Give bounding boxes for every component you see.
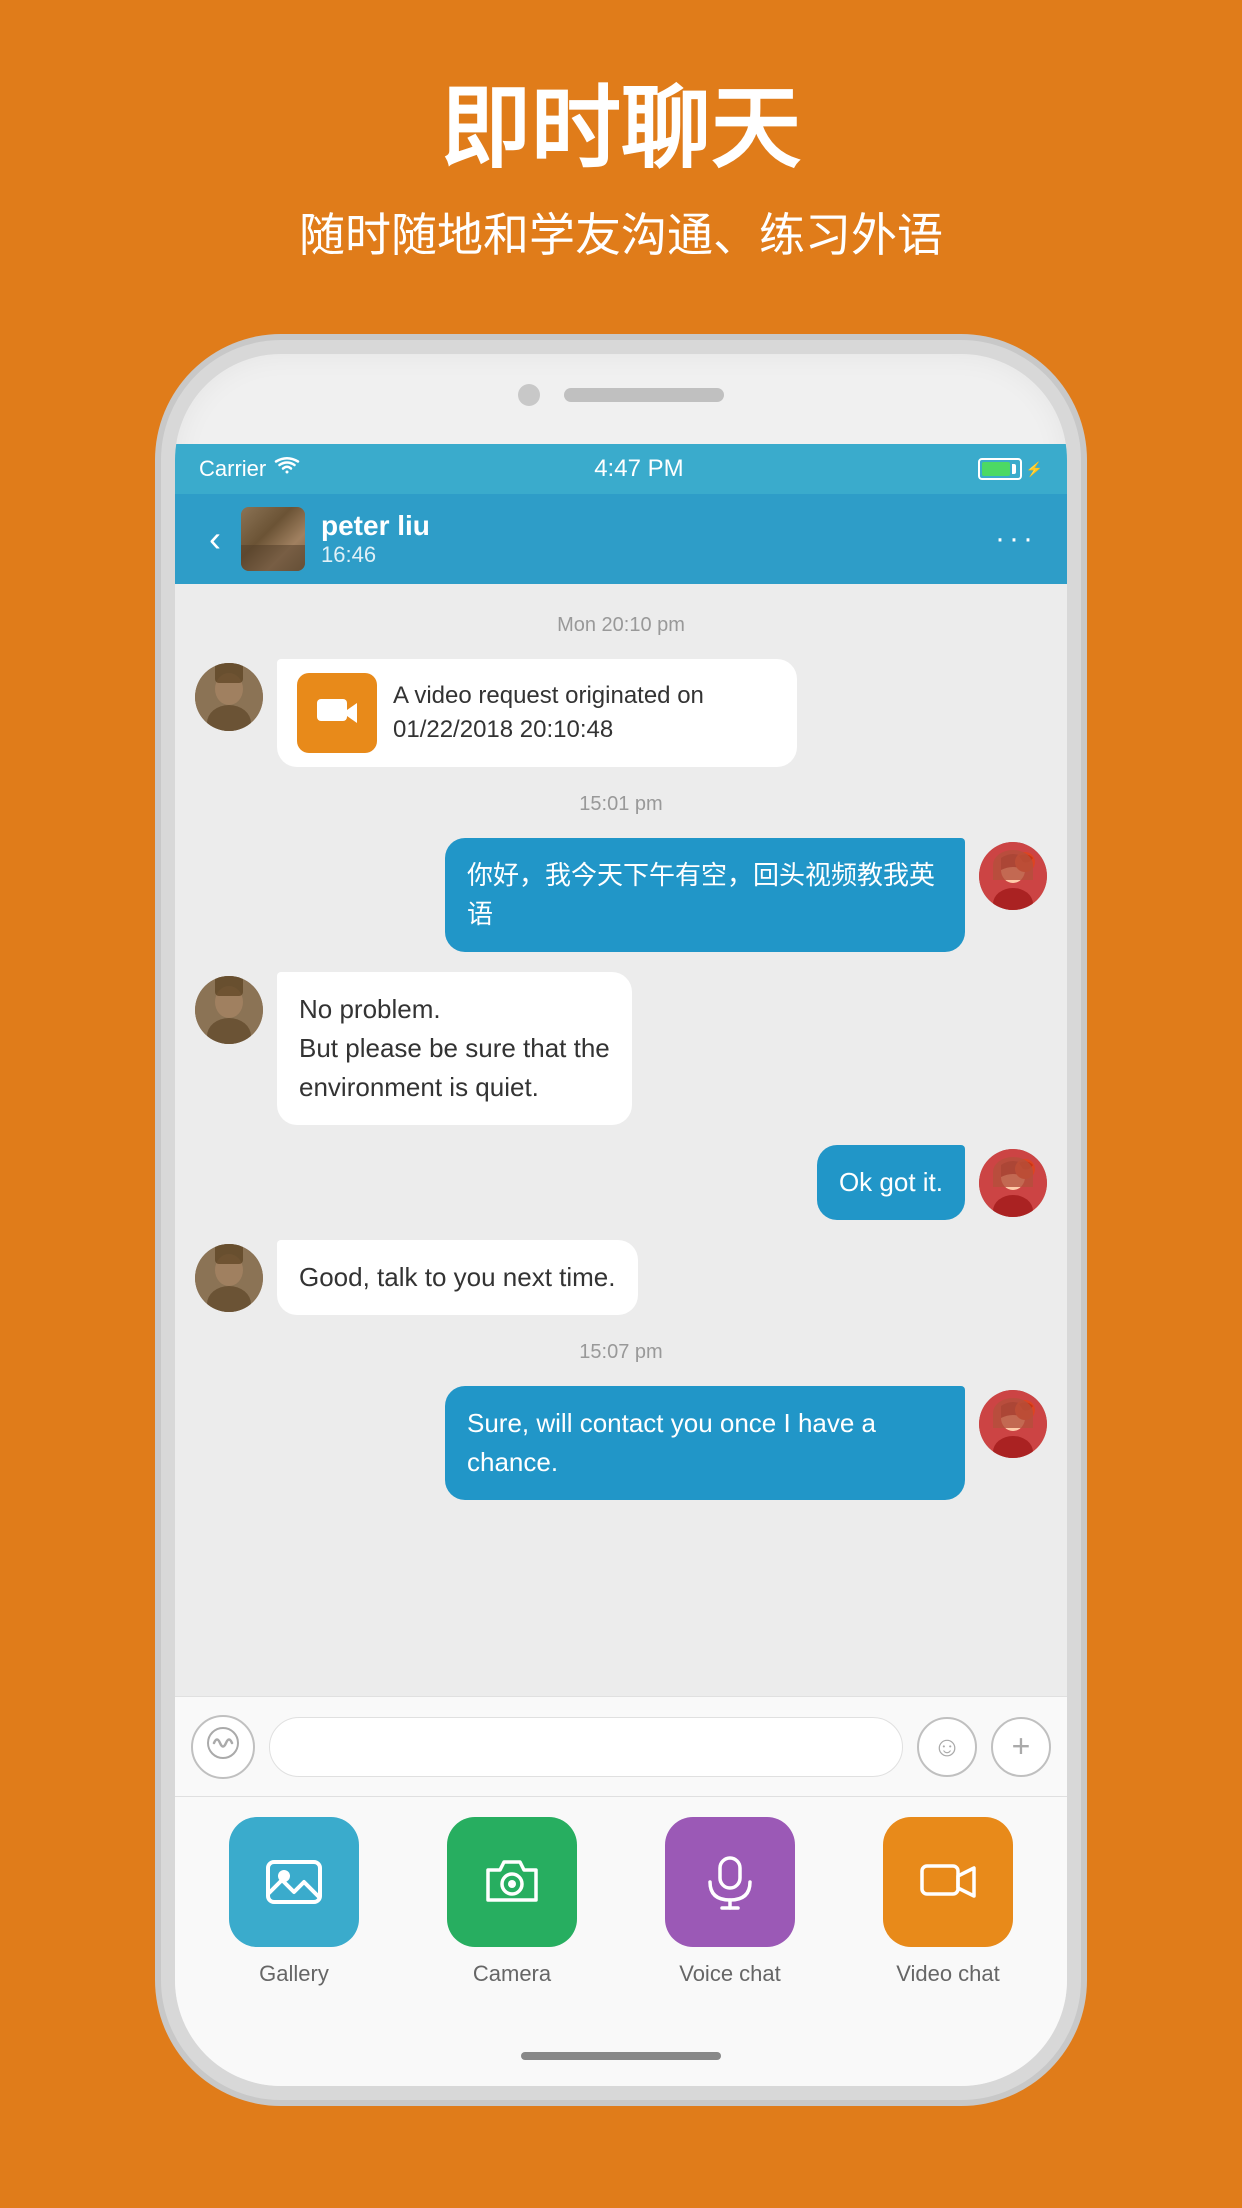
timestamp-1: Mon 20:10 pm [175,614,1067,637]
sent-bubble: Ok got it. [817,1145,965,1220]
battery-fill [982,462,1011,476]
message-row: Good, talk to you next time. [175,1234,1067,1321]
sent-bubble: 你好，我今天下午有空，回头视频教我英语 [445,838,965,952]
contact-avatar [241,507,305,571]
header-section: 即时聊天 随时随地和学友沟通、练习外语 [0,0,1242,305]
action-bar: Gallery Camera [175,1796,1067,2026]
timestamp-2: 15:01 pm [175,793,1067,816]
chat-scroll: Mon 20:10 pm [175,584,1067,1524]
battery-tip [1012,464,1016,474]
message-input[interactable] [269,1717,903,1777]
home-indicator [521,2052,721,2060]
timestamp-3: 15:07 pm [175,1341,1067,1364]
message-row: A video request originated on 01/22/2018… [175,653,1067,773]
header-subtitle: 随时随地和学友沟通、练习外语 [0,199,1242,265]
received-bubble: No problem.But please be sure that theen… [277,972,632,1125]
received-bubble: Good, talk to you next time. [277,1240,638,1315]
avatar [195,663,263,731]
video-icon-box2 [883,1817,1013,1947]
voicechat-label: Voice chat [679,1961,781,1987]
message-row: Ok got it. [175,1139,1067,1226]
videochat-label: Video chat [896,1961,1000,1987]
front-camera-dot [518,384,540,406]
voicechat-action[interactable]: Voice chat [645,1817,815,1987]
status-bar: Carrier 4:47 PM ⚡ [175,444,1067,494]
voice-input-button[interactable] [191,1715,255,1779]
videochat-action[interactable]: Video chat [863,1817,1033,1987]
back-button[interactable]: ‹ [195,508,235,570]
camera-icon-box [447,1817,577,1947]
wifi-icon [274,456,300,482]
avatar [979,1390,1047,1458]
video-request-bubble: A video request originated on 01/22/2018… [277,659,797,767]
wave-icon [206,1726,240,1767]
contact-avatar-image [241,507,305,571]
phone-camera-area [518,384,724,406]
video-icon-box [297,673,377,753]
avatar [979,842,1047,910]
emoji-button[interactable]: ☺ [917,1717,977,1777]
avatar [195,976,263,1044]
volume-up-button [165,704,175,784]
contact-last-seen: 16:46 [321,542,985,568]
nav-bar: ‹ peter liu 16:46 ··· [175,494,1067,584]
battery-bar [978,458,1022,480]
gallery-action[interactable]: Gallery [209,1817,379,1987]
message-row: Sure, will contact you once I have a cha… [175,1380,1067,1506]
volume-down-button [165,814,175,894]
carrier-label: Carrier [199,456,266,482]
more-options-button[interactable]: ··· [985,512,1047,566]
plus-icon: + [1012,1728,1031,1765]
camera-action[interactable]: Camera [427,1817,597,1987]
message-row: No problem.But please be sure that theen… [175,966,1067,1131]
phone-speaker [564,388,724,402]
message-row: 你好，我今天下午有空，回头视频教我英语 [175,832,1067,958]
input-bar: ☺ + [175,1696,1067,1796]
avatar [979,1149,1047,1217]
video-request-text: A video request originated on 01/22/2018… [393,679,777,746]
phone-body: Carrier 4:47 PM ⚡ [161,340,1081,2100]
avatar [195,1244,263,1312]
gallery-icon-box [229,1817,359,1947]
voice-icon-box [665,1817,795,1947]
charging-icon: ⚡ [1026,461,1043,478]
status-time: 4:47 PM [300,455,977,483]
phone-bottom [175,2026,1067,2086]
contact-info: peter liu 16:46 [321,510,985,568]
header-title: 即时聊天 [0,80,1242,179]
camera-label: Camera [473,1961,551,1987]
chat-area[interactable]: Mon 20:10 pm [175,584,1067,1796]
carrier-info: Carrier [199,456,300,482]
contact-username: peter liu [321,510,985,542]
gallery-label: Gallery [259,1961,329,1987]
battery-indicator: ⚡ [978,458,1043,480]
phone-mockup: Carrier 4:47 PM ⚡ [161,340,1081,2100]
power-button [1067,754,1077,884]
smiley-icon: ☺ [933,1731,962,1763]
add-button[interactable]: + [991,1717,1051,1777]
sent-bubble: Sure, will contact you once I have a cha… [445,1386,965,1500]
